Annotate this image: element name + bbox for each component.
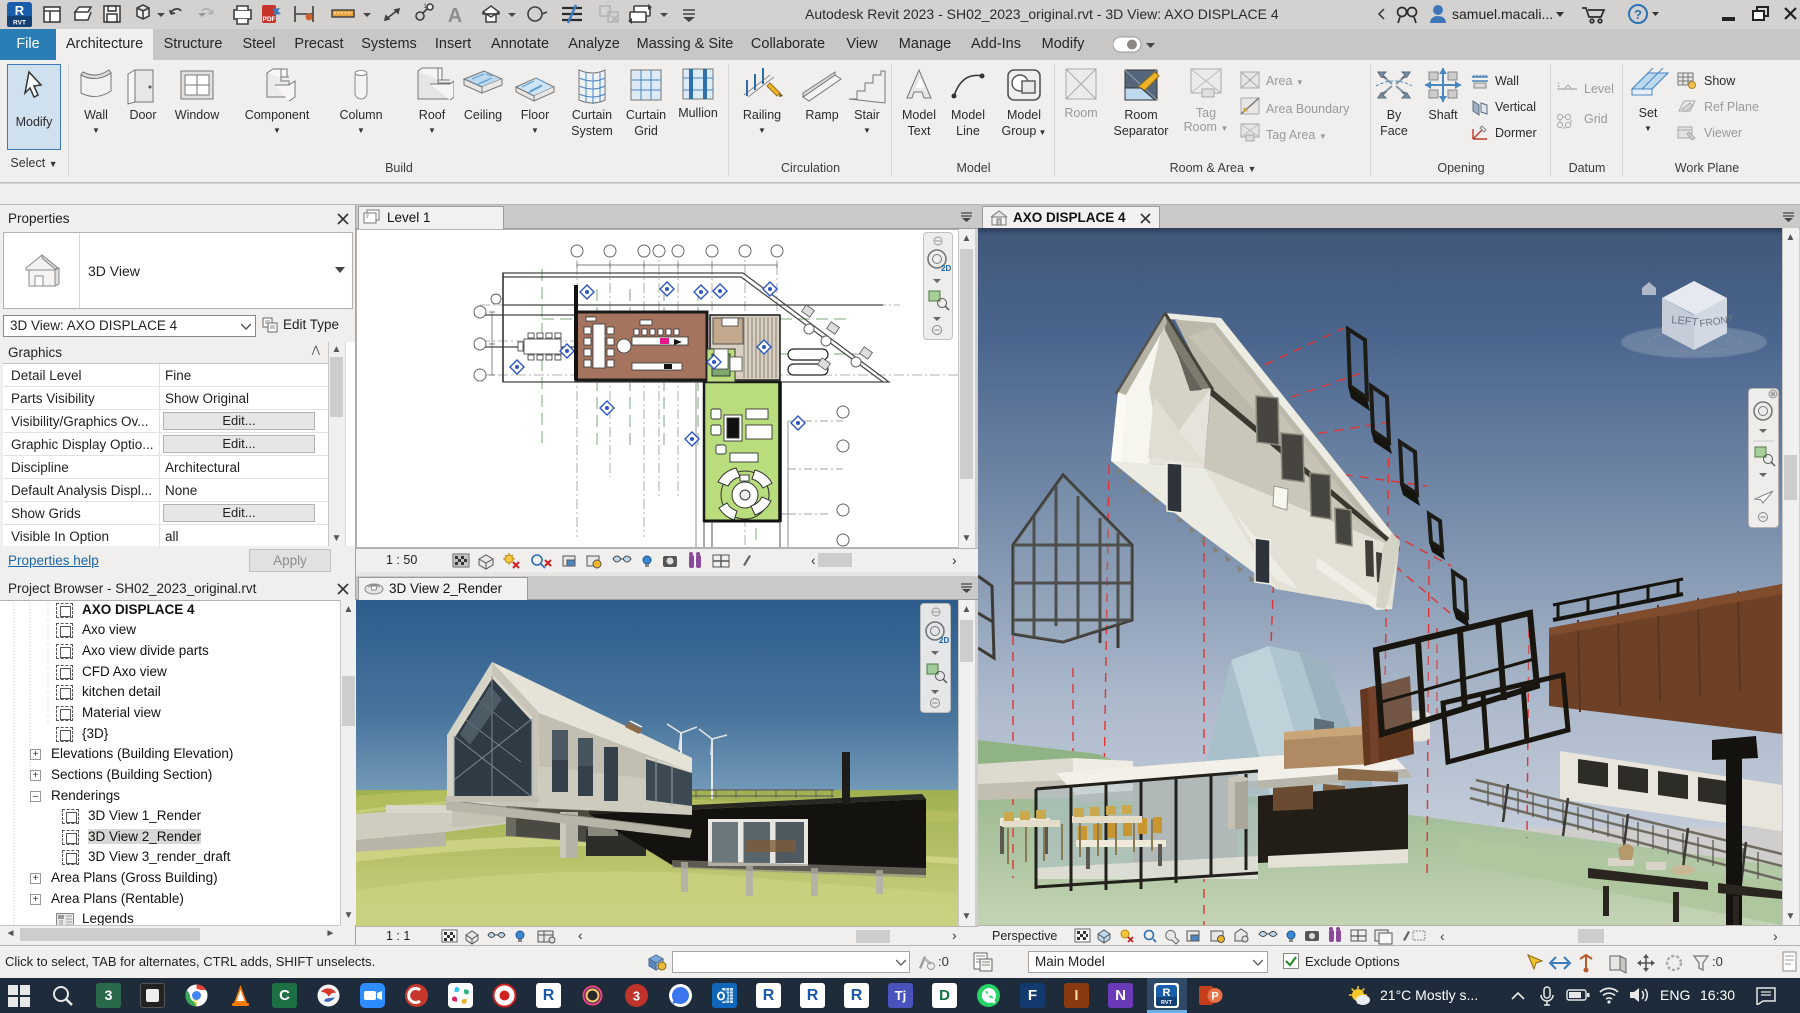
svg-text:R: R (1163, 987, 1171, 999)
svg-text:PDF: PDF (263, 16, 276, 23)
svg-text:3: 3 (633, 989, 640, 1004)
svg-text:2D: 2D (939, 636, 949, 645)
svg-text:P: P (1211, 991, 1218, 1003)
svg-text:R: R (15, 3, 25, 18)
svg-text:A: A (448, 5, 462, 27)
svg-text:1: 1 (1557, 83, 1561, 89)
svg-text:RVT: RVT (13, 20, 26, 27)
svg-text:samuel.macali...: samuel.macali... (1452, 6, 1553, 22)
svg-text:?: ? (1634, 7, 1642, 22)
svg-text:RVT: RVT (1161, 1000, 1173, 1006)
